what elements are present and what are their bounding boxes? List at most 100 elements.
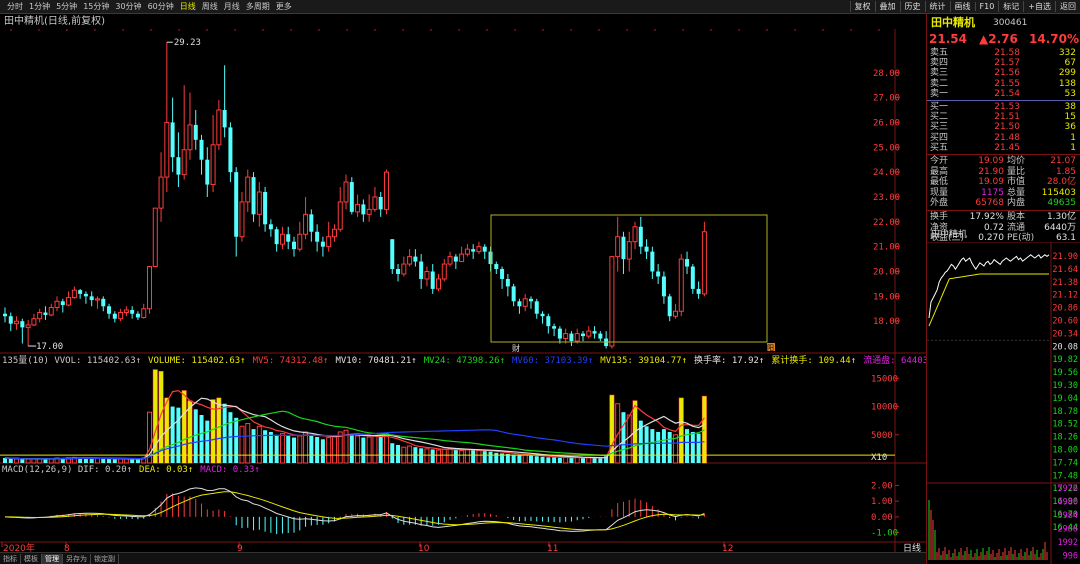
bottom-tab-4[interactable]: 锁定副 bbox=[91, 553, 119, 564]
vol-highlight-117 bbox=[679, 398, 684, 463]
volume-header-item-2: MV5: 74312.48↑ bbox=[253, 356, 329, 366]
vol-bar-62 bbox=[361, 437, 366, 463]
candle-body-79 bbox=[459, 253, 465, 263]
toolbar-button-5[interactable]: F10 bbox=[974, 2, 999, 11]
toolbar-button-0[interactable]: 复权 bbox=[849, 1, 875, 12]
candle-body-67 bbox=[390, 239, 395, 270]
vol-bar-102 bbox=[592, 457, 597, 463]
toolbar-button-4[interactable]: 画线 bbox=[949, 1, 975, 12]
stat-value-a-0: 19.09 bbox=[978, 156, 1004, 166]
stat-label-b-0: 均价 bbox=[1007, 156, 1026, 166]
vol-bar-19 bbox=[112, 459, 117, 463]
macd-dif-line bbox=[4, 487, 705, 532]
quote-panel: 田中精机 300461 21.54 ▲2.76 14.70% 田中精机 21.9… bbox=[926, 14, 1080, 564]
candle-body-9 bbox=[54, 300, 60, 309]
period-tab-1[interactable]: 1分钟 bbox=[26, 1, 53, 12]
macd-header: MACD(12,26,9) DIF: 0.20↑ DEA: 0.03↑ MACD: … bbox=[2, 465, 260, 475]
candle-body-116 bbox=[672, 310, 678, 317]
candle-body-15 bbox=[89, 296, 94, 301]
mini-vol-tick-0: 5976 bbox=[1058, 484, 1078, 494]
toolbar-button-3[interactable]: 统计 bbox=[924, 1, 950, 12]
mini-y-tick-16: 17.74 bbox=[1052, 458, 1078, 468]
candle-body-10 bbox=[60, 301, 65, 306]
stat2-label-b-2: PE(动) bbox=[1007, 233, 1035, 244]
vol-bar-68 bbox=[396, 444, 401, 463]
stat2-value-a-0: 17.92% bbox=[969, 212, 1004, 222]
candle-body-76 bbox=[441, 263, 447, 280]
candle-body-103 bbox=[598, 333, 603, 339]
candle-body-112 bbox=[650, 251, 655, 272]
vol-bar-100 bbox=[581, 457, 585, 463]
volume-header-item-1: VOLUME: 115402.63↑ bbox=[148, 356, 246, 366]
vol-bar-74 bbox=[430, 449, 435, 463]
vol-bar-82 bbox=[476, 450, 482, 464]
vol-highlight-31 bbox=[182, 390, 187, 463]
candle-body-114 bbox=[661, 276, 666, 297]
vol-bar-72 bbox=[419, 448, 424, 463]
candle-body-108 bbox=[626, 241, 632, 260]
period-tab-3[interactable]: 15分钟 bbox=[80, 1, 112, 12]
candle-body-16 bbox=[94, 298, 100, 301]
toolbar-button-2[interactable]: 历史 bbox=[899, 1, 925, 12]
vol-bar-34 bbox=[199, 415, 204, 463]
toolbar-button-8[interactable]: 返回 bbox=[1055, 1, 1080, 12]
period-tab-10[interactable]: 更多 bbox=[273, 1, 295, 12]
toolbar-button-6[interactable]: 标记 bbox=[998, 1, 1023, 12]
vol-bar-56 bbox=[326, 437, 332, 464]
event-marker-finance: 财 bbox=[512, 343, 520, 353]
vol-bar-38 bbox=[222, 403, 227, 463]
vol-bar-67 bbox=[390, 443, 395, 463]
period-tab-9[interactable]: 多周期 bbox=[243, 1, 273, 12]
mini-y-tick-2: 21.38 bbox=[1052, 278, 1078, 288]
vol-ma5-line bbox=[4, 390, 705, 460]
toolbar-button-7[interactable]: +自选 bbox=[1023, 1, 1055, 12]
macd-header-item-2: MACD: 0.33↑ bbox=[200, 465, 260, 475]
vol-bar-29 bbox=[170, 406, 175, 463]
x-tick-label-4: 11 bbox=[547, 544, 558, 552]
vol-ma10-line bbox=[4, 397, 705, 460]
period-tab-8[interactable]: 月线 bbox=[221, 1, 243, 12]
candle-body-62 bbox=[361, 204, 366, 215]
candle-body-38 bbox=[222, 110, 227, 128]
candle-body-34 bbox=[199, 139, 204, 160]
volume-header-item-5: MV60: 37103.39↑ bbox=[512, 356, 593, 366]
volume-header-item-0: 135量(10) VVOL: 115402.63↑ bbox=[2, 355, 141, 366]
quote-price-row: 21.54 ▲2.76 14.70% bbox=[927, 32, 1080, 46]
vol-tick-label-1: 10000 bbox=[871, 403, 898, 413]
stat2-value-b-1: 6440万 bbox=[1044, 222, 1076, 233]
x-tick-label-1: 8 bbox=[64, 544, 70, 552]
vol-bar-114 bbox=[661, 429, 666, 463]
ask-label-4: 卖一 bbox=[930, 88, 949, 99]
candle-body-54 bbox=[315, 231, 320, 242]
y-tick-label-1: 27.00 bbox=[873, 94, 900, 104]
period-tab-5[interactable]: 60分钟 bbox=[145, 1, 177, 12]
macd-header-item-0: MACD(12,26,9) DIF: 0.20↑ bbox=[2, 465, 132, 475]
candle-body-117 bbox=[678, 258, 684, 312]
candle-body-97 bbox=[563, 333, 569, 340]
period-tab-2[interactable]: 5分钟 bbox=[53, 1, 80, 12]
vol-bar-66 bbox=[383, 433, 389, 464]
bottom-tab-2[interactable]: 管理 bbox=[42, 553, 63, 564]
period-tab-0[interactable]: 分时 bbox=[4, 1, 26, 12]
candle-body-77 bbox=[447, 256, 453, 265]
period-tab-6[interactable]: 日线 bbox=[177, 1, 199, 12]
vol-bar-52 bbox=[303, 431, 309, 464]
candle-body-72 bbox=[419, 261, 424, 279]
volume-header-item-4: MV24: 47398.26↑ bbox=[424, 356, 505, 366]
kline-chart[interactable]: 28.00 27.00 26.00 25.00 24.00 23.00 22.00 21.00… bbox=[0, 29, 926, 552]
bottom-tab-0[interactable]: 指标 bbox=[0, 553, 21, 564]
vol-tick-label-2: 5000 bbox=[871, 431, 893, 441]
candle-body-90 bbox=[522, 298, 528, 307]
candle-body-4 bbox=[25, 324, 31, 328]
vol-bar-4 bbox=[25, 458, 31, 464]
x-tick-label-5: 12 bbox=[722, 544, 733, 552]
bottom-tab-3[interactable]: 另存为 bbox=[63, 553, 91, 564]
bottom-tab-1[interactable]: 模板 bbox=[21, 553, 42, 564]
period-tab-7[interactable]: 周线 bbox=[199, 1, 221, 12]
candle-body-17 bbox=[101, 298, 106, 307]
candle-body-46 bbox=[268, 224, 273, 230]
period-tab-4[interactable]: 30分钟 bbox=[112, 1, 144, 12]
toolbar-button-1[interactable]: 叠加 bbox=[874, 1, 900, 12]
vol-bar-79 bbox=[459, 450, 465, 464]
vol-bar-63 bbox=[366, 436, 372, 464]
